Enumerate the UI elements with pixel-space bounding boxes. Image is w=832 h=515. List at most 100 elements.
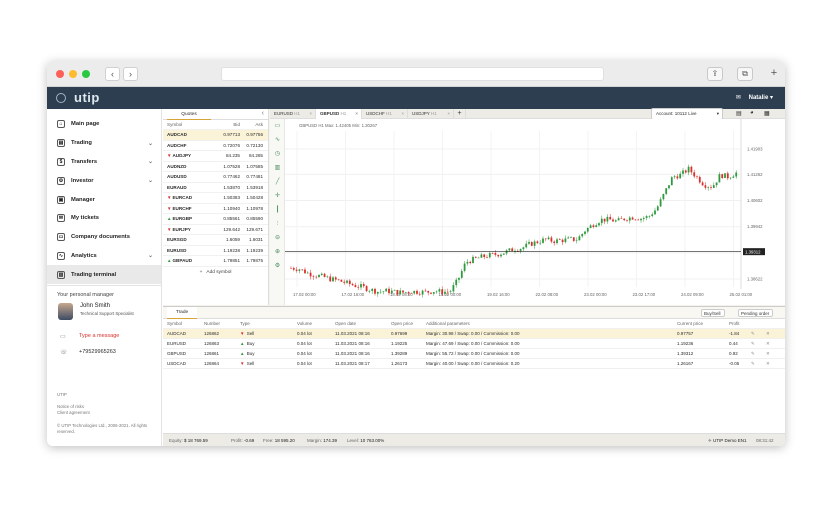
price-chart[interactable]: GBPUSD H1 Max: 1.42405 Min: 1.30267 1.41… [285,119,785,305]
candle [522,247,525,250]
grid-icon[interactable]: ▦ [764,110,770,117]
candle [343,281,346,283]
clock-icon[interactable]: ◷ [270,147,285,161]
address-bar[interactable] [221,67,604,81]
quote-row[interactable]: AUDNZD 1.07528 1.07585 [163,162,268,172]
tab-chart-gbpusd[interactable]: GBPUSD H1 × [316,109,362,119]
quote-bid: 1.53870 [223,184,240,190]
pending-order-button[interactable]: Pending order [738,309,774,317]
edit-icon[interactable]: ✎ [751,361,755,367]
edit-icon[interactable]: ✎ [751,331,755,337]
quote-row[interactable]: EURSGD 1.6059 1.6031 [163,235,268,246]
table-row[interactable]: EURUSD 126863 ▲ Buy 0.04 lot 11.03.2021 08:1… [163,339,785,349]
layout-icon[interactable]: ▤ [736,110,742,117]
cell-number: 126863 [204,341,219,346]
forward-button[interactable]: › [123,67,138,81]
quote-row[interactable]: ▼EURCAD 1.50383 1.50428 [163,193,268,204]
tab-quotes[interactable]: Quotes [167,109,211,120]
indicators-icon[interactable]: ∿ [270,133,285,147]
sidebar-item-trading[interactable]: ▤ Trading ⌄ [47,134,161,153]
close-icon[interactable]: × [447,109,450,119]
sidebar-item-main-page[interactable]: ⌂ Main page [47,115,161,134]
add-chart-tab-button[interactable]: + [454,109,466,119]
bars-icon[interactable]: ▥ [270,161,285,175]
message-link[interactable]: ▭ Type a message [47,328,161,344]
candles-icon[interactable]: ┃ [270,203,285,217]
sidebar-item-trading-terminal[interactable]: ▥ Trading terminal [47,265,161,285]
palette-icon[interactable]: ◕ [750,110,754,116]
phone-link[interactable]: ☏ +79529965263 [47,344,161,360]
sidebar-item-label: Trading [71,140,92,147]
table-row[interactable]: AUDCAD 126862 ▼ Sell 0.04 lot 11.03.2021 08:… [163,329,785,339]
sidebar-item-my-tickets[interactable]: ✉ My tickets [47,209,161,228]
share-icon[interactable]: ⇪ [707,67,723,81]
tab-chart-eurusd[interactable]: EURUSD H1 × [270,109,316,119]
quote-row[interactable]: ▲GBPAUD 1.79851 1.79875 [163,256,268,267]
cell-text: 0.97757 [677,331,694,336]
user-menu[interactable]: ✉ Natalie ▾ [736,94,773,101]
quote-row[interactable]: AUDCHF 0.72076 0.72130 [163,141,268,151]
chart-type-icon[interactable]: ⫶ [270,217,285,231]
tab-chart-usdchf[interactable]: USDCHF H1 × [362,109,408,119]
tabs-icon[interactable]: ⧉ [737,67,753,81]
close-icon[interactable]: ✕ [766,341,770,347]
candle [360,284,362,288]
sidebar-item-company-documents[interactable]: ▭ Company documents [47,228,161,247]
add-symbol-button[interactable]: + Add symbol [163,267,268,275]
sidebar-item-investor[interactable]: ⚙ Investor ⌄ [47,171,161,190]
quote-symbol: ▼EURJPY [163,227,213,232]
sidebar-item-analytics[interactable]: ∿ Analytics ⌄ [47,247,161,266]
minimize-window-button[interactable] [69,70,77,78]
line-tool-icon[interactable]: ╱ [270,175,285,189]
cell-text: 1.26173 [391,361,408,366]
quote-row[interactable]: ▼EURCHF 1.10940 1.10978 [163,204,268,214]
close-icon[interactable]: ✕ [766,361,770,367]
sidebar-item-transfers[interactable]: $ Transfers ⌄ [47,153,161,172]
edit-icon[interactable]: ✎ [751,351,755,357]
close-icon[interactable]: ✕ [766,331,770,337]
close-icon[interactable]: × [401,109,404,119]
candle [407,292,410,294]
zoom-in-icon[interactable]: ⊕ [270,245,285,259]
candle [584,231,586,234]
sidebar-item-manager[interactable]: ▣ Manager [47,190,161,209]
equity-label: Equity: [169,438,183,443]
edit-icon[interactable]: ✎ [751,341,755,347]
candle [337,279,340,281]
quote-row[interactable]: ▲EURGBP 0.85561 0.85590 [163,214,268,225]
close-icon[interactable]: × [309,109,312,119]
new-tab-button[interactable]: + [766,67,782,81]
quote-symbol: ▲EURGBP [163,216,213,221]
candle [553,241,556,244]
client-agreement-link[interactable]: Client agreement [57,410,90,416]
zoom-window-button[interactable] [82,70,90,78]
symbol-text: AUDNZD [167,163,187,169]
table-row[interactable]: GBPUSD 126861 ▲ Buy 0.04 lot 11.03.2021 08:1… [163,349,785,359]
back-button[interactable]: ‹ [105,67,120,81]
close-icon[interactable]: × [355,109,358,119]
candle [623,218,626,221]
documents-icon: ▭ [57,233,65,242]
tab-chart-usdjpy[interactable]: USDJPY H1 × [408,109,454,119]
quote-row[interactable]: AUDCAD 0.97713 0.97756 [163,130,268,141]
buy-sell-button[interactable]: Buy/Sell [701,309,725,317]
mail-icon[interactable]: ✉ [736,95,741,101]
screen-icon[interactable]: ▭ [270,119,285,133]
quote-row[interactable]: EURAUD 1.53870 1.53918 [163,183,268,193]
quote-row[interactable]: EURUSD 1.19238 1.19239 [163,246,268,256]
zoom-out-icon[interactable]: ⊖ [270,231,285,245]
quote-row[interactable]: ▼AUDJPY 84.235 84.265 [163,151,268,162]
candle [346,280,348,283]
collapse-icon[interactable]: ‹ [262,110,264,117]
table-row[interactable]: USDCAD 126864 ▼ Sell 0.04 lot 11.03.2021 08:… [163,359,785,369]
menu-toggle-icon[interactable] [56,93,66,103]
tab-trade[interactable]: Trade [167,307,197,319]
crosshair-icon[interactable]: ✛ [270,189,285,203]
quote-row[interactable]: AUDUSD 0.77462 0.77481 [163,172,268,183]
settings-icon[interactable]: ⚙ [270,259,285,273]
candle [673,176,676,178]
candle [323,273,326,277]
close-window-button[interactable] [56,70,64,78]
close-icon[interactable]: ✕ [766,351,770,357]
quote-row[interactable]: ▼EURJPY 129.642 129.671 [163,225,268,235]
